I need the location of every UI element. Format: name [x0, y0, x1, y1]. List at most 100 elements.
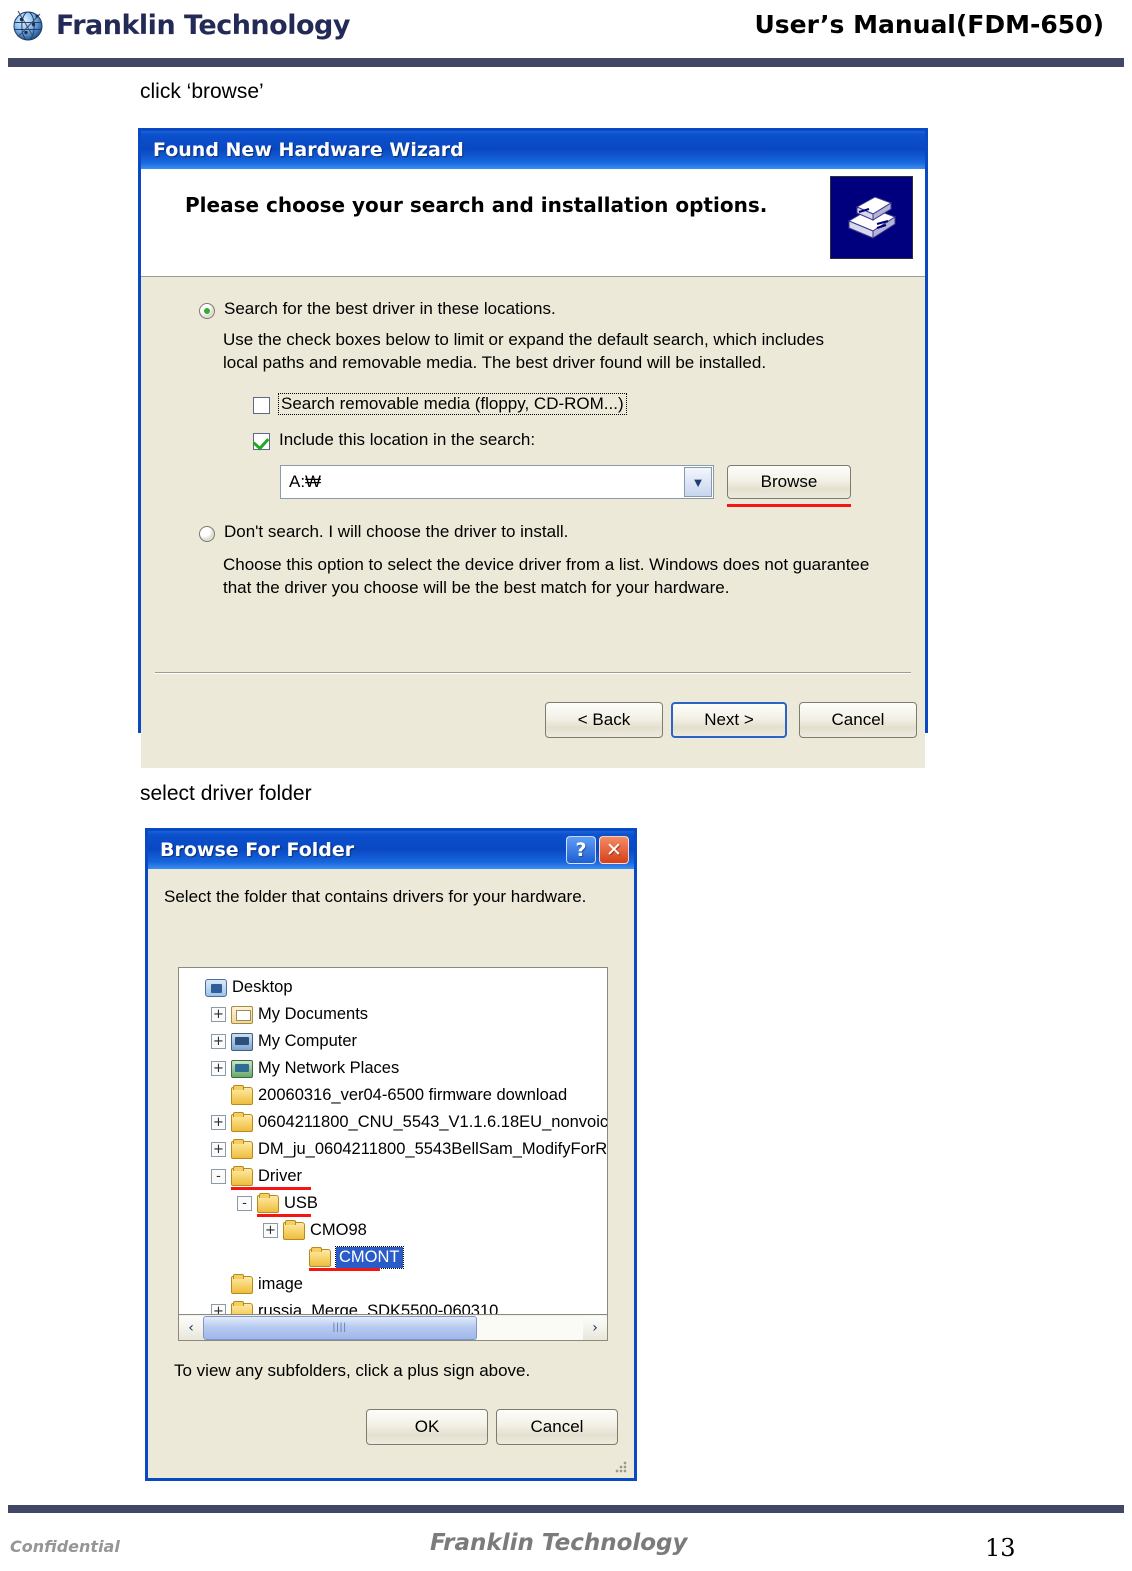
wizard-cancel-button[interactable]: Cancel — [799, 702, 917, 738]
footer-company: Franklin Technology — [430, 1530, 688, 1556]
tree-item-label: Desktop — [232, 978, 293, 996]
expand-icon[interactable]: + — [263, 1223, 278, 1238]
tree-item[interactable]: image — [179, 1271, 607, 1298]
radio-on-icon — [199, 303, 215, 319]
tree-item[interactable]: 20060316_ver04-6500 firmware download — [179, 1082, 607, 1109]
hardware-wizard-icon — [830, 176, 913, 259]
tree-item-label: My Computer — [258, 1032, 358, 1050]
ok-button[interactable]: OK — [366, 1409, 488, 1445]
back-button-label: < Back — [577, 710, 631, 729]
chevron-down-icon[interactable]: ▼ — [684, 467, 712, 497]
tree-item[interactable]: + DM_ju_0604211800_5543BellSam_ModifyForR… — [179, 1136, 607, 1163]
wizard-titlebar[interactable]: Found New Hardware Wizard — [141, 131, 925, 169]
manual-title: User’s Manual(FDM-650) — [754, 10, 1105, 39]
scroll-left-icon[interactable]: ‹ — [179, 1315, 203, 1340]
location-combobox-value: A:₩ — [289, 472, 322, 491]
tree-item-label: 0604211800_CNU_5543_V1.1.6.18EU_nonvoice — [258, 1113, 608, 1131]
checkbox-include-location-label: Include this location in the search: — [279, 430, 536, 449]
browse-prompt: Select the folder that contains drivers … — [164, 887, 587, 906]
help-icon[interactable]: ? — [566, 836, 596, 864]
browse-body: Select the folder that contains drivers … — [148, 869, 634, 1478]
tree-item-label: 20060316_ver04-6500 firmware download — [258, 1086, 568, 1104]
folder-icon — [231, 1084, 253, 1105]
dont-search-description: Choose this option to select the device … — [223, 555, 870, 597]
location-combobox[interactable]: A:₩ ▼ — [280, 465, 714, 499]
tree-item[interactable]: - Driver — [179, 1163, 607, 1190]
tree-item-label: CMONT — [335, 1246, 404, 1269]
tree-item[interactable]: + My Computer — [179, 1028, 607, 1055]
tree-item-label: image — [258, 1275, 303, 1293]
tree-horizontal-scrollbar[interactable]: ‹ |||| › — [178, 1315, 608, 1341]
tree-item[interactable]: + My Documents — [179, 1001, 607, 1028]
checkbox-checked-icon — [253, 433, 270, 450]
collapse-icon[interactable]: - — [237, 1196, 252, 1211]
radio-dont-search-label: Don't search. I will choose the driver t… — [224, 522, 569, 541]
wizard-body: Search for the best driver in these loca… — [141, 277, 925, 768]
checkbox-include-location[interactable]: Include this location in the search: — [253, 430, 535, 450]
tree-item[interactable]: + CMO98 — [179, 1217, 607, 1244]
folder-icon — [231, 1273, 253, 1294]
wizard-heading: Please choose your search and installati… — [185, 193, 768, 217]
radio-dont-search[interactable]: Don't search. I will choose the driver t… — [199, 522, 568, 542]
folder-icon — [231, 1300, 253, 1314]
tree-item-label: Driver — [258, 1167, 302, 1185]
caption-step-2: select driver folder — [140, 782, 312, 805]
brand-name: Franklin Technology — [56, 9, 350, 41]
scrollbar-track[interactable]: |||| — [203, 1315, 583, 1340]
tree-item-label: DM_ju_0604211800_5543BellSam_ModifyForRs… — [258, 1140, 608, 1158]
checkbox-search-removable-media[interactable]: Search removable media (floppy, CD-ROM..… — [253, 393, 627, 415]
tree-item[interactable]: CMONT — [179, 1244, 607, 1271]
scroll-right-icon[interactable]: › — [583, 1315, 607, 1340]
expand-icon[interactable]: + — [211, 1142, 226, 1157]
expand-icon[interactable]: + — [211, 1007, 226, 1022]
expand-icon[interactable]: + — [211, 1304, 226, 1314]
scrollbar-thumb[interactable]: |||| — [203, 1315, 477, 1340]
folder-icon — [231, 1111, 253, 1132]
desktop-icon — [205, 978, 227, 997]
footer-divider — [8, 1505, 1124, 1513]
radio-off-icon — [199, 526, 215, 542]
tree-item[interactable]: - USB — [179, 1190, 607, 1217]
browse-title: Browse For Folder — [160, 839, 355, 861]
browse-titlebar[interactable]: Browse For Folder ? ✕ — [148, 831, 634, 869]
browse-for-folder-dialog: Browse For Folder ? ✕ Select the folder … — [145, 828, 637, 1481]
tree-item[interactable]: +0604211800_CNU_5543_V1.1.6.18EU_nonvoic… — [179, 1109, 607, 1136]
expand-icon[interactable]: + — [211, 1061, 226, 1076]
folder-tree-rows: Desktop + My Documents + My Computer + My Netw… — [179, 968, 607, 1314]
checkbox-search-removable-media-label: Search removable media (floppy, CD-ROM..… — [278, 393, 627, 415]
folder-icon — [283, 1219, 305, 1240]
folder-icon — [231, 1138, 253, 1159]
resize-grip-icon[interactable] — [614, 1460, 628, 1474]
search-description: Use the check boxes below to limit or ex… — [223, 330, 824, 372]
checkbox-unchecked-icon — [253, 397, 270, 414]
globe-network-icon — [8, 4, 50, 46]
next-button[interactable]: Next > — [671, 702, 787, 738]
browse-button-highlight — [727, 504, 851, 507]
browse-button-label: Browse — [760, 472, 818, 491]
folder-icon — [257, 1192, 279, 1213]
tree-item[interactable]: + My Network Places — [179, 1055, 607, 1082]
browse-cancel-button-label: Cancel — [530, 1417, 584, 1436]
expand-icon[interactable]: + — [211, 1115, 226, 1130]
browse-note: To view any subfolders, click a plus sig… — [174, 1361, 531, 1380]
found-new-hardware-wizard-dialog: Found New Hardware Wizard Please choose … — [138, 128, 928, 768]
my-computer-icon — [231, 1032, 253, 1051]
wizard-title: Found New Hardware Wizard — [153, 139, 464, 161]
confidential-label: Confidential — [10, 1537, 120, 1556]
manual-page: Franklin Technology User’s Manual(FDM-65… — [0, 0, 1132, 1571]
next-button-label: Next > — [704, 710, 754, 729]
tree-item[interactable]: + russia_Merge_SDK5500-060310 — [179, 1298, 607, 1314]
tree-item[interactable]: Desktop — [179, 974, 607, 1001]
browse-cancel-button[interactable]: Cancel — [496, 1409, 618, 1445]
expand-icon[interactable]: + — [211, 1034, 226, 1049]
collapse-icon[interactable]: - — [211, 1169, 226, 1184]
folder-tree[interactable]: Desktop + My Documents + My Computer + My Netw… — [178, 967, 608, 1315]
browse-button[interactable]: Browse — [727, 465, 851, 499]
close-icon[interactable]: ✕ — [599, 836, 629, 864]
back-button[interactable]: < Back — [545, 702, 663, 738]
radio-search-best-driver[interactable]: Search for the best driver in these loca… — [199, 299, 556, 319]
wizard-cancel-button-label: Cancel — [831, 710, 885, 729]
